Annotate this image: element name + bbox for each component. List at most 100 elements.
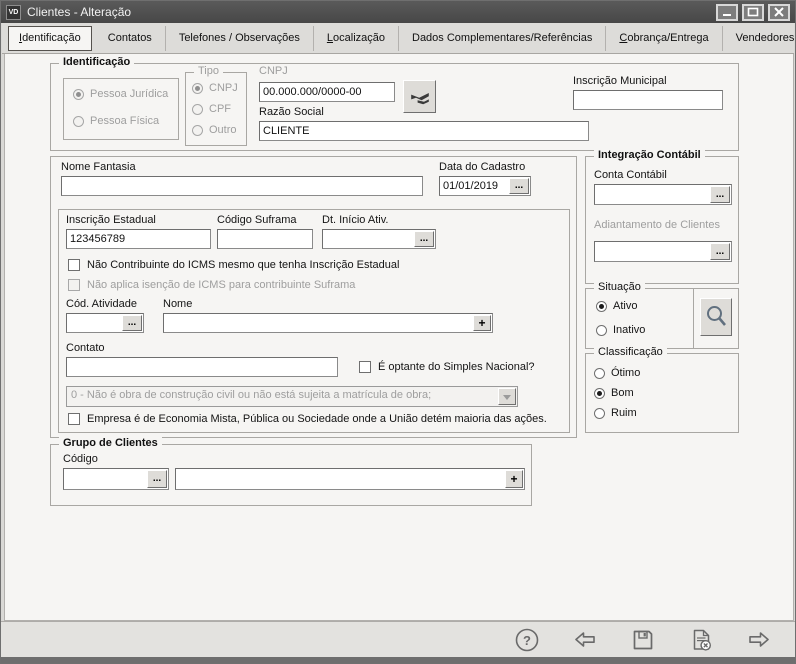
- checkbox-box: [68, 413, 80, 425]
- forward-button[interactable]: [745, 626, 773, 654]
- document-cancel-icon: [693, 629, 712, 651]
- radio-bom[interactable]: Bom: [594, 387, 634, 399]
- radio-bom-label: Bom: [611, 387, 634, 399]
- tab-cobranca-entrega[interactable]: Cobrança/Entrega: [606, 25, 723, 51]
- contato-field-wrap: [66, 357, 338, 377]
- grupo-codigo-lookup-button[interactable]: ...: [147, 470, 167, 488]
- save-button[interactable]: [629, 626, 657, 654]
- nome-fantasia-input[interactable]: [62, 177, 422, 195]
- dt-inicio-label: Dt. Início Ativ.: [322, 214, 389, 226]
- checkbox-nao-contribuinte[interactable]: Não Contribuinte do ICMS mesmo que tenha…: [68, 259, 399, 271]
- conta-contabil-label: Conta Contábil: [594, 169, 667, 181]
- radio-otimo[interactable]: Ótimo: [594, 367, 640, 379]
- radio-tipo-cpf[interactable]: CPF: [192, 103, 231, 115]
- fiscal-box: Inscrição Estadual Código Suframa Dt. In…: [58, 209, 570, 433]
- radio-pessoa-juridica-label: Pessoa Jurídica: [90, 88, 169, 100]
- nome-fantasia-label: Nome Fantasia: [61, 161, 136, 173]
- back-button[interactable]: [571, 626, 599, 654]
- tab-identificacao[interactable]: Identificação: [8, 25, 92, 51]
- tab-bar: Identificação Contatos Telefones / Obser…: [2, 23, 794, 54]
- razao-social-input[interactable]: [260, 122, 588, 140]
- group-integracao-contabil: Integração Contábil Conta Contábil ... A…: [585, 149, 739, 284]
- grupo-nome-input[interactable]: [176, 469, 504, 489]
- app-window: VD Clientes - Alteração Identificação Co…: [0, 0, 796, 664]
- group-main: Nome Fantasia Data do Cadastro ... Inscr…: [50, 156, 577, 438]
- nome-fantasia-field-wrap: [61, 176, 423, 196]
- checkbox-economia-mista[interactable]: Empresa é de Economia Mista, Pública ou …: [68, 413, 547, 425]
- group-classificacao-legend: Classificação: [594, 346, 667, 358]
- radio-tipo-outro[interactable]: Outro: [192, 124, 237, 136]
- data-cadastro-label: Data do Cadastro: [439, 161, 526, 173]
- radio-inativo[interactable]: Inativo: [596, 324, 645, 336]
- obra-dropdown[interactable]: 0 - Não é obra de construção civil ou nã…: [66, 386, 518, 407]
- tab-localizacao[interactable]: Localização: [314, 25, 399, 51]
- adiantamento-input[interactable]: [595, 242, 709, 261]
- adiantamento-lookup-button[interactable]: ...: [710, 243, 730, 260]
- inscricao-estadual-field-wrap: [66, 229, 211, 249]
- cod-atividade-label: Cód. Atividade: [66, 298, 137, 310]
- radio-tipo-cnpj[interactable]: CNPJ: [192, 82, 238, 94]
- grupo-codigo-field-wrap: ...: [63, 468, 169, 490]
- adiantamento-label: Adiantamento de Clientes: [594, 219, 720, 231]
- conta-contabil-input[interactable]: [595, 185, 709, 204]
- group-tipo-legend: Tipo: [194, 65, 223, 77]
- receita-logo-icon: [410, 92, 429, 104]
- radio-dot: [192, 124, 203, 136]
- bottom-toolbar: ?: [1, 621, 795, 657]
- checkbox-simples-nacional[interactable]: É optante do Simples Nacional?: [359, 361, 535, 373]
- minimize-icon: [723, 14, 731, 16]
- checkbox-nao-contribuinte-label: Não Contribuinte do ICMS mesmo que tenha…: [87, 259, 400, 271]
- cod-atividade-lookup-button[interactable]: ...: [122, 315, 142, 331]
- checkbox-nao-isencao[interactable]: Não aplica isenção de ICMS para contribu…: [68, 279, 355, 291]
- radio-ativo[interactable]: Ativo: [596, 300, 637, 312]
- radio-ruim[interactable]: Ruim: [594, 407, 637, 419]
- tab-contatos[interactable]: Contatos: [95, 25, 166, 51]
- radio-ruim-label: Ruim: [611, 407, 637, 419]
- grupo-add-button[interactable]: +: [505, 470, 523, 488]
- conta-contabil-lookup-button[interactable]: ...: [710, 186, 730, 203]
- radio-pessoa-fisica[interactable]: Pessoa Física: [73, 115, 159, 127]
- maximize-icon: [747, 7, 759, 17]
- inscricao-municipal-input[interactable]: [574, 91, 722, 109]
- inscricao-municipal-field-wrap: [573, 90, 723, 110]
- group-situacao-legend: Situação: [594, 281, 645, 293]
- atividade-add-button[interactable]: +: [473, 315, 491, 331]
- dt-inicio-input[interactable]: [323, 230, 413, 248]
- close-icon: [774, 7, 784, 17]
- consultar-receita-button[interactable]: [403, 80, 436, 113]
- grupo-codigo-input[interactable]: [64, 469, 146, 489]
- group-situacao: Situação Ativo Inativo: [585, 281, 739, 349]
- radio-dot: [594, 367, 605, 379]
- tab-telefones-observacoes[interactable]: Telefones / Observações: [166, 25, 314, 51]
- atividade-nome-input[interactable]: [164, 314, 472, 332]
- tab-dados-complementares[interactable]: Dados Complementares/Referências: [399, 25, 607, 51]
- cancel-button[interactable]: [687, 626, 715, 654]
- contato-input[interactable]: [67, 358, 337, 376]
- form-content: Identificação Pessoa Jurídica Pessoa Fís…: [4, 54, 794, 621]
- radio-dot: [596, 300, 607, 312]
- atividade-nome-field-wrap: +: [163, 313, 493, 333]
- cnpj-input[interactable]: [260, 83, 394, 101]
- codigo-suframa-input[interactable]: [218, 230, 312, 248]
- help-button[interactable]: ?: [513, 626, 541, 654]
- tab-vendedores[interactable]: Vendedores: [723, 26, 795, 51]
- checkbox-economia-mista-label: Empresa é de Economia Mista, Pública ou …: [87, 413, 547, 425]
- title-bar: VD Clientes - Alteração: [1, 1, 795, 23]
- maximize-button[interactable]: [742, 3, 764, 21]
- inscricao-municipal-label: Inscrição Municipal: [573, 75, 667, 87]
- cod-atividade-input[interactable]: [67, 314, 121, 332]
- data-cadastro-input[interactable]: [440, 177, 508, 195]
- status-strip: [1, 657, 795, 663]
- checkbox-simples-nacional-label: É optante do Simples Nacional?: [378, 361, 535, 373]
- cnpj-field-wrap: [259, 82, 395, 102]
- inscricao-estadual-label: Inscrição Estadual: [66, 214, 156, 226]
- group-tipo: Tipo CNPJ CPF Outro: [185, 65, 247, 146]
- contato-label: Contato: [66, 342, 105, 354]
- minimize-button[interactable]: [716, 3, 738, 21]
- dt-inicio-picker-button[interactable]: ...: [414, 231, 434, 247]
- close-button[interactable]: [768, 3, 790, 21]
- radio-pessoa-juridica[interactable]: Pessoa Jurídica: [73, 88, 168, 100]
- inscricao-estadual-input[interactable]: [67, 230, 210, 248]
- search-button[interactable]: [700, 298, 732, 336]
- data-cadastro-picker-button[interactable]: ...: [509, 178, 529, 194]
